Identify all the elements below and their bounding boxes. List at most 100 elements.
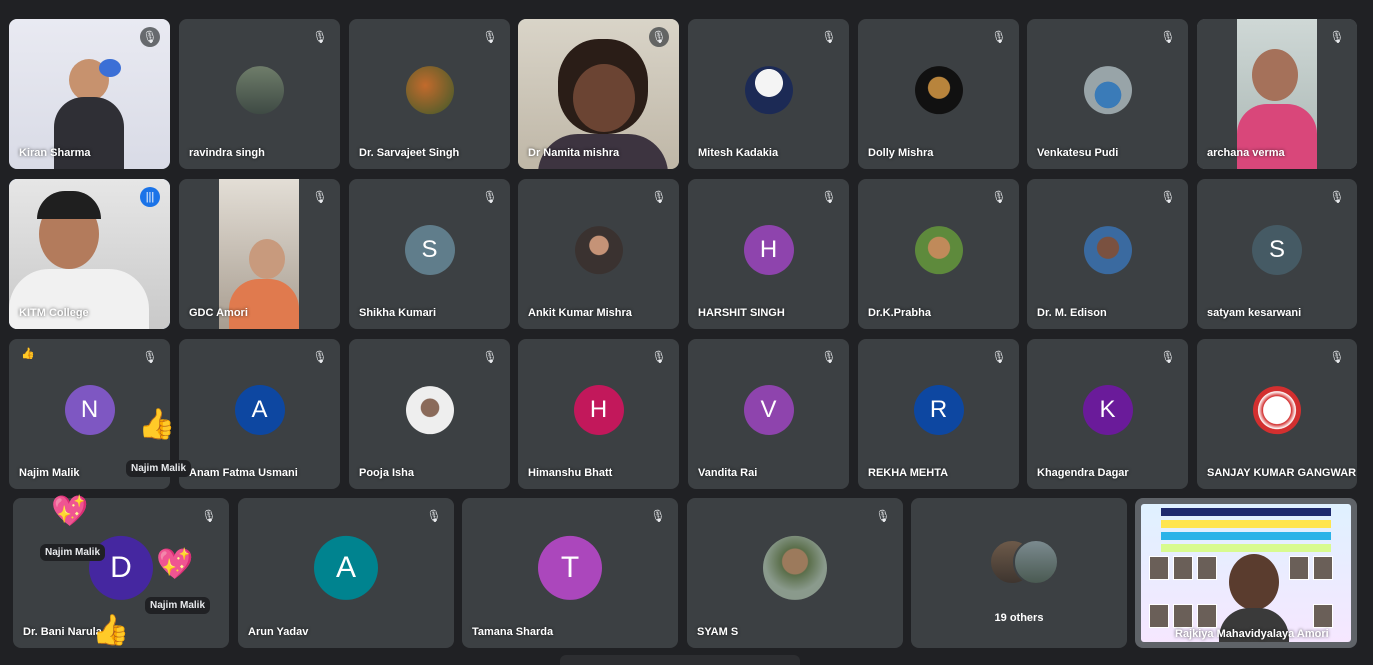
participant-tile-himanshu-bhatt[interactable]: H 🎙 Himanshu Bhatt [518, 339, 679, 489]
participant-tile-shikha-kumari[interactable]: S 🎙 Shikha Kumari [349, 179, 510, 329]
avatar-initial: S [1252, 225, 1302, 275]
participant-tile-mitesh-kadakia[interactable]: 🎙 Mitesh Kadakia [688, 19, 849, 169]
participant-tile-satyam-kesarwani[interactable]: S 🎙 satyam kesarwani [1197, 179, 1357, 329]
mic-off-icon: 🎙 [650, 509, 666, 523]
audio-level-icon: ||| [140, 187, 160, 207]
participant-tile-gdc-amori[interactable]: 🎙 GDC Amori [179, 179, 340, 329]
avatar-initial: R [913, 385, 964, 435]
heart-reaction: 💖 [156, 548, 194, 581]
mic-off-icon: 🎙 [1160, 30, 1176, 44]
mic-off-icon: 🎙 [482, 30, 498, 44]
participant-name: Tamana Sharda [472, 626, 554, 638]
participant-tile-ravindra-singh[interactable]: 🎙 ravindra singh [179, 19, 340, 169]
participant-tile-sanjay-kumar-gangwar[interactable]: 🎙 SANJAY KUMAR GANGWAR [1197, 339, 1357, 489]
heart-reaction: 💖 [51, 495, 89, 528]
participant-name: SANJAY KUMAR GANGWAR [1207, 467, 1357, 479]
profile-photo [405, 386, 454, 435]
participant-name: Shikha Kumari [359, 307, 437, 319]
participant-tile-khagendra-dagar[interactable]: K 🎙 Khagendra Dagar [1027, 339, 1188, 489]
mic-off-icon: 🎙 [821, 30, 837, 44]
participant-tile-kiran-sharma[interactable]: 🎙 Kiran Sharma [9, 19, 170, 169]
participant-tile-rajkiya-mahavidyalaya-amori[interactable]: Rajkiya Mahavidyalaya Amori [1135, 498, 1357, 648]
mic-off-icon: 🎙 [312, 30, 328, 44]
participant-name: Mitesh Kadakia [698, 147, 779, 159]
participant-tile-namita-mishra[interactable]: 🎙 Dr Namita mishra [518, 19, 679, 169]
participant-name: Dr. Bani Narula [23, 626, 102, 638]
avatar-initial: S [404, 225, 455, 275]
participant-name: Kiran Sharma [19, 147, 91, 159]
participant-tile-syam-s[interactable]: 🎙 SYAM S [687, 498, 903, 648]
participant-name: Pooja Isha [359, 467, 415, 479]
others-avatar [1013, 539, 1059, 585]
reaction-sender-label: Najim Malik [145, 597, 211, 614]
participant-tile-m-edison[interactable]: 🎙 Dr. M. Edison [1027, 179, 1188, 329]
higher-education-logo [1253, 386, 1301, 435]
participant-tile-pooja-isha[interactable]: 🎙 Pooja Isha [349, 339, 510, 489]
thumbs-up-reaction: 👍 [138, 408, 176, 441]
mic-off-icon: 🎙 [821, 190, 837, 204]
profile-photo [235, 66, 284, 115]
participant-name: Dr.K.Prabha [868, 307, 931, 319]
profile-photo [1083, 226, 1132, 275]
mic-off-icon: 🎙 [1329, 30, 1345, 44]
participant-tile-anam-fatma-usmani[interactable]: A 🎙 Anam Fatma Usmani [179, 339, 340, 489]
mic-off-icon: 🎙 [140, 27, 160, 47]
avatar-initial: T [538, 535, 602, 600]
profile-photo [914, 66, 963, 115]
participant-tile-harshit-singh[interactable]: H 🎙 HARSHIT SINGH [688, 179, 849, 329]
participant-name: Rajkiya Mahavidyalaya Amori [1175, 628, 1329, 640]
participant-name: Dr Namita mishra [528, 147, 620, 159]
mic-off-icon: 🎙 [821, 350, 837, 364]
mic-off-icon: 🎙 [991, 30, 1007, 44]
participant-name: GDC Amori [189, 307, 248, 319]
mic-off-icon: 🎙 [482, 190, 498, 204]
participant-name: REKHA MEHTA [868, 467, 949, 479]
participant-tile-arun-yadav[interactable]: A 🎙 Arun Yadav [238, 498, 454, 648]
mic-off-icon: 🎙 [312, 190, 328, 204]
participant-tile-dolly-mishra[interactable]: 🎙 Dolly Mishra [858, 19, 1019, 169]
participant-name: Najim Malik [19, 467, 80, 479]
mic-off-icon: 🎙 [875, 509, 891, 523]
profile-photo [744, 66, 793, 115]
avatar-initial: V [743, 385, 794, 435]
avatar-initial: H [573, 385, 624, 435]
thumbs-up-reaction: 👍 [92, 614, 130, 647]
participant-tile-sarvajeet-singh[interactable]: 🎙 Dr. Sarvajeet Singh [349, 19, 510, 169]
participant-tile-archana-verma[interactable]: 🎙 archana verma [1197, 19, 1357, 169]
mic-off-icon: 🎙 [1329, 190, 1345, 204]
participant-name: Dr. Sarvajeet Singh [359, 147, 460, 159]
participant-name: Vandita Rai [698, 467, 758, 479]
avatar-initial: A [314, 535, 378, 600]
mic-off-icon: 🎙 [649, 27, 669, 47]
reaction-sender-label: Najim Malik [126, 460, 192, 477]
participant-name: Anam Fatma Usmani [189, 467, 298, 479]
reaction-sender-label: Najim Malik [40, 544, 106, 561]
mic-off-icon: 🎙 [991, 350, 1007, 364]
participant-name: satyam kesarwani [1207, 307, 1302, 319]
avatar-initial: K [1082, 385, 1133, 435]
others-count-label: 19 others [994, 612, 1044, 624]
participant-tile-k-prabha[interactable]: 🎙 Dr.K.Prabha [858, 179, 1019, 329]
participant-tile-kitm-college[interactable]: ||| KITM College [9, 179, 170, 329]
call-controls-bar[interactable] [560, 655, 800, 665]
participant-name: archana verma [1207, 147, 1285, 159]
avatar-initial: N [64, 385, 115, 435]
mic-off-icon: 🎙 [1160, 350, 1176, 364]
participant-name: Ankit Kumar Mishra [528, 307, 632, 319]
others-avatar-stack [979, 535, 1059, 587]
participant-tile-others[interactable]: 19 others [911, 498, 1127, 648]
mic-off-icon: 🎙 [201, 509, 217, 523]
event-poster [1141, 504, 1351, 642]
participant-tile-venkatesu-pudi[interactable]: 🎙 Venkatesu Pudi [1027, 19, 1188, 169]
participant-name: ravindra singh [189, 147, 265, 159]
participant-tile-tamana-sharda[interactable]: T 🎙 Tamana Sharda [462, 498, 678, 648]
participant-tile-vandita-rai[interactable]: V 🎙 Vandita Rai [688, 339, 849, 489]
participant-tile-ankit-kumar-mishra[interactable]: 🎙 Ankit Kumar Mishra [518, 179, 679, 329]
mic-off-icon: 🎙 [142, 350, 158, 364]
participant-name: Arun Yadav [248, 626, 309, 638]
participant-name: Dolly Mishra [868, 147, 934, 159]
participant-name: Himanshu Bhatt [528, 467, 613, 479]
mic-off-icon: 🎙 [482, 350, 498, 364]
mic-off-icon: 🎙 [651, 190, 667, 204]
participant-tile-rekha-mehta[interactable]: R 🎙 REKHA MEHTA [858, 339, 1019, 489]
